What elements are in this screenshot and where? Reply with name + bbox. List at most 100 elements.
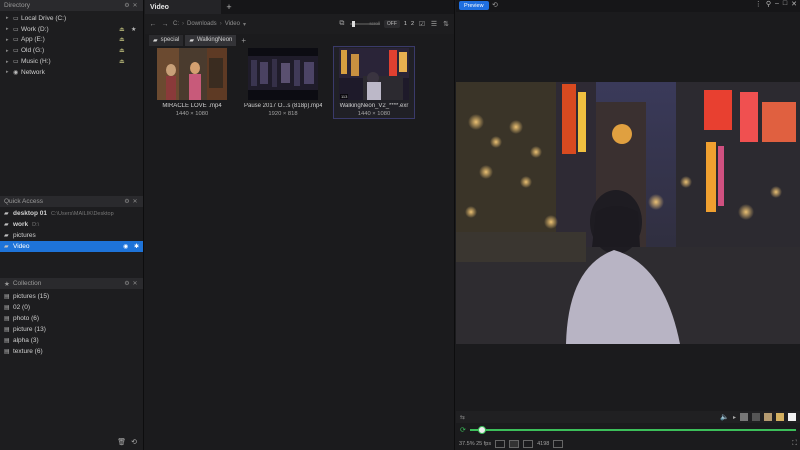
directory-item[interactable]: ▸ ▭ Local Drive (C:) [0,13,143,24]
collection-item[interactable]: ▤ pictures (15) [0,291,143,302]
page-number[interactable]: 2 [411,21,414,27]
collection-item-label: picture (13) [13,326,46,333]
settings-icon[interactable]: ✱ [134,243,139,250]
directory-item[interactable]: ▸ ▭ Old (G:) ⏏ [0,45,143,56]
breadcrumb-item[interactable]: Downloads [187,21,217,27]
folder-tab-walkingneon[interactable]: ▰ WalkingNeon [185,34,237,46]
collection-item[interactable]: ▤ texture (6) [0,346,143,357]
star-icon: ★ [4,280,10,288]
file-card-selected[interactable]: 113 WalkingNeon_V2_****.exr 1440 × 1080 [333,46,415,119]
directory-item[interactable]: ▸ ▭ Music (H:) ⏏ [0,56,143,67]
bg-gray-swatch[interactable] [752,413,760,421]
new-tab-icon[interactable]: + [223,2,235,12]
close-icon[interactable]: ✕ [131,2,139,9]
collection-item-label: texture (6) [13,348,43,355]
fullscreen-icon[interactable]: ⛶ [792,440,797,448]
expand-arrow-icon[interactable]: ▸ [6,37,13,43]
thumb-size-slider[interactable]: scroll [349,20,380,28]
file-name: MIRACLE LOVE .mp4 [162,103,222,109]
preview-button[interactable]: Preview [459,1,489,10]
trash-icon[interactable]: 🗑 [117,438,126,446]
list-view-icon[interactable]: ☰ [430,20,438,28]
timeline-playhead[interactable] [477,426,486,434]
settings-icon[interactable]: ⚙ [123,2,131,9]
compare-icon[interactable] [523,439,534,448]
video-preview-frame[interactable] [456,82,800,344]
copy-icon[interactable]: ⧉ [338,20,346,28]
checkbox-icon[interactable]: ☑ [418,20,426,28]
forward-icon[interactable]: → [161,21,169,28]
bg-white-swatch[interactable] [788,413,796,421]
expand-arrow-icon[interactable]: ▸ [6,15,13,21]
collection-item[interactable]: ▤ alpha (3) [0,335,143,346]
breadcrumb-item[interactable]: Video [225,21,240,27]
page-number[interactable]: 1 [404,21,407,27]
collection-item[interactable]: ▤ 02 (0) [0,302,143,313]
quick-access-item[interactable]: ▰ work D:\ [0,219,143,230]
next-frame-icon[interactable]: ▸ [733,414,736,421]
sort-icon[interactable]: ⇅ [442,20,450,28]
eject-icon[interactable]: ⏏ [119,36,131,43]
expand-arrow-icon[interactable]: ▸ [6,26,13,32]
pointer-tool-icon[interactable] [509,439,520,448]
export-icon[interactable] [553,439,564,448]
file-card[interactable]: MIRACLE LOVE .mp4 1440 × 1080 [151,46,233,119]
timeline-track[interactable] [469,426,796,434]
bg-checker-swatch[interactable] [740,413,748,421]
add-folder-tab-icon[interactable]: + [241,36,246,45]
directory-item[interactable]: ▸ ◉ Network [0,67,143,78]
directory-item-label: Work (D:) [21,25,49,33]
network-icon: ◉ [13,69,19,76]
maximize-icon[interactable]: □ [783,0,787,8]
expand-arrow-icon[interactable]: ▸ [6,59,13,65]
browser-toolbar: ← → C: › Downloads › Video ▾ ⧉ scroll OFF … [145,14,454,34]
pin-icon[interactable]: ⚲ [766,0,771,8]
directory-item-label: Network [21,68,45,76]
close-icon[interactable]: ✕ [131,280,139,287]
file-name: Pause 2017 O...s (818p).mp4 [244,103,322,109]
volume-icon[interactable]: 🔈 [720,413,729,421]
breadcrumb-dropdown-icon[interactable]: ▾ [243,21,246,28]
frame-info: 37.5% 25 fps [459,440,492,447]
collection-title: Collection [12,280,42,287]
pin-star-icon[interactable]: ★ [131,26,143,33]
quick-access-item[interactable]: ▰ pictures [0,230,143,241]
eye-icon[interactable]: ◉ [123,243,128,250]
tab-video[interactable]: Video [145,0,221,14]
expand-arrow-icon[interactable]: ▸ [6,69,13,75]
eject-icon[interactable]: ⏏ [119,47,131,54]
settings-icon[interactable]: ⚙ [123,198,131,205]
history-icon[interactable]: ⟲ [131,438,137,446]
collection-item-label: pictures (15) [13,293,50,300]
quick-access-name: Video [13,243,30,250]
grid-toggle-icon[interactable] [495,439,506,448]
minimize-icon[interactable]: – [775,0,779,8]
drive-icon: ▭ [13,37,19,44]
settings-icon[interactable]: ⚙ [123,280,131,287]
toggle-off[interactable]: OFF [383,20,400,28]
back-icon[interactable]: ← [149,21,157,28]
file-dimensions: 1440 × 1080 [175,111,209,117]
menu-icon[interactable]: ⋮ [755,0,762,8]
directory-item[interactable]: ▸ ▭ Work (D:) ⏏ ★ [0,24,143,35]
collection-item[interactable]: ▤ photo (6) [0,313,143,324]
close-icon[interactable]: ✕ [131,198,139,205]
collection-item[interactable]: ▤ picture (13) [0,324,143,335]
close-icon[interactable]: ✕ [791,0,797,8]
folder-tab-special[interactable]: ▰ special [149,34,184,46]
bg-gold-swatch[interactable] [776,413,784,421]
eject-icon[interactable]: ⏏ [119,58,131,65]
file-card[interactable]: Pause 2017 O...s (818p).mp4 1920 × 818 [242,46,324,119]
refresh-icon[interactable]: ⟲ [492,1,498,9]
quick-access-item[interactable]: ▰ Video ◉ ✱ [0,241,143,252]
video-thumbnail: 113 [339,48,409,100]
expand-arrow-icon[interactable]: ▸ [6,48,13,54]
folder-icon: ▰ [4,244,9,250]
loop-icon[interactable]: ⟳ [460,426,466,434]
eject-icon[interactable]: ⏏ [119,26,131,33]
quick-access-item[interactable]: ▰ desktop 01 C:\Users\MAILIK\Desktop [0,208,143,219]
breadcrumb-item[interactable]: C: [173,21,179,27]
flip-icon[interactable]: ⇆ [460,414,465,421]
bg-tan-swatch[interactable] [764,413,772,421]
directory-item[interactable]: ▸ ▭ App (E:) ⏏ [0,35,143,46]
